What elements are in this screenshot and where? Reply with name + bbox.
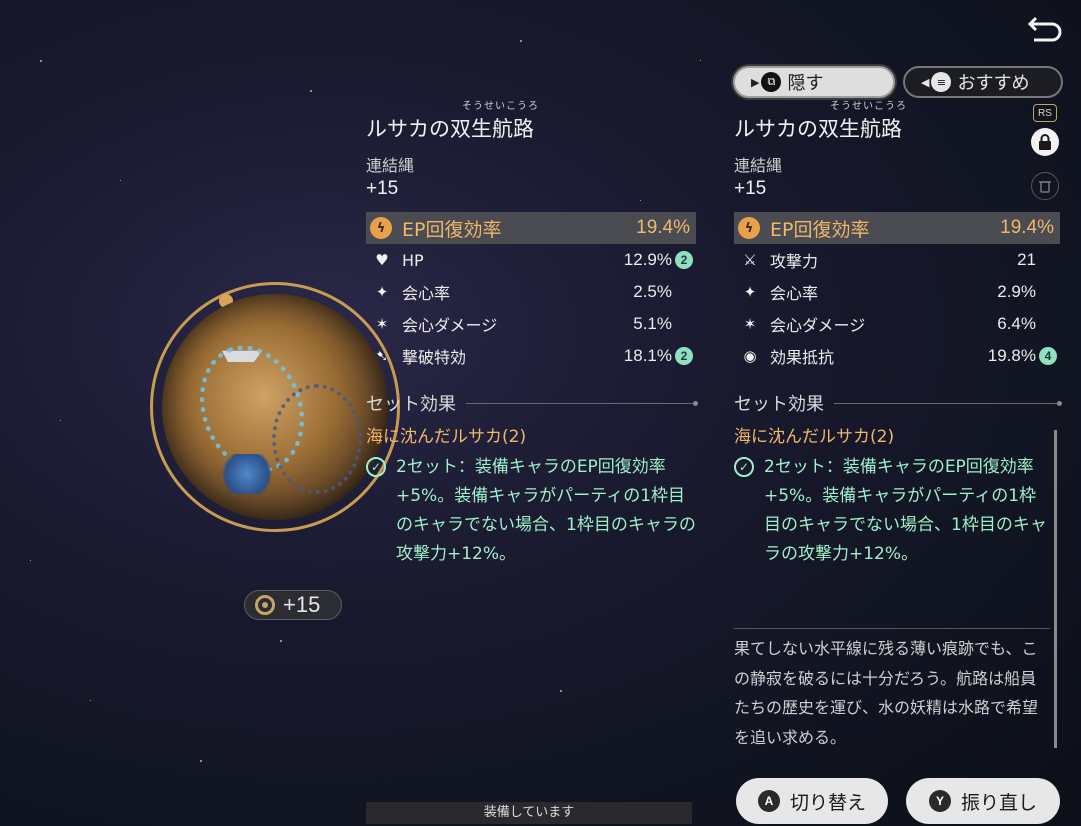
divider-line — [466, 400, 698, 406]
sub-stat-row: ✶ 会心ダメージ 5.1% — [366, 308, 696, 340]
back-arrow-icon — [1027, 16, 1062, 42]
sub-stat-name: HP — [402, 250, 424, 270]
sub-stat-row: ⚔ 攻撃力 21 — [734, 244, 1060, 276]
check-icon: ✓ — [734, 457, 754, 477]
heart-icon: ♥ — [375, 251, 389, 269]
roll-count-badge: 2 — [675, 347, 693, 365]
roll-count-badge: 2 — [675, 251, 693, 269]
relic-slot: 連結縄 — [366, 156, 415, 175]
sub-stat-value: 5.1% — [633, 314, 672, 333]
energy-icon: ϟ — [738, 217, 760, 239]
reroll-button[interactable]: Y 振り直し — [906, 778, 1060, 824]
relic-image: +15 — [150, 282, 400, 620]
hide-label: 隠す — [787, 73, 824, 94]
energy-icon: ϟ — [370, 217, 392, 239]
sub-stat-row: ♥ HP 12.9% 2 — [366, 244, 696, 276]
sub-stat-row: ✶ 会心ダメージ 6.4% — [734, 308, 1060, 340]
main-stat-name: EP回復効率 — [402, 218, 502, 241]
crit-dmg-icon: ✶ — [375, 315, 389, 333]
main-stat-row: ϟ EP回復効率 19.4% — [366, 212, 696, 244]
roll-count-badge: 4 — [1039, 347, 1057, 365]
sub-stat-row: ◉ 効果抵抗 19.8% 4 — [734, 340, 1060, 372]
divider-line — [834, 400, 1062, 406]
set-effect-text: 2セット：装備キャラのEP回復効率+5%。装備キャラがパーティの1枠目のキャラで… — [764, 457, 1047, 564]
sub-stat-value: 6.4% — [997, 314, 1036, 333]
panel-scrollbar[interactable] — [1054, 430, 1057, 748]
rope-swirl — [272, 384, 362, 494]
sub-stat-name: 撃破特効 — [402, 348, 467, 367]
sub-stat-name: 攻撃力 — [770, 252, 819, 271]
relic-description: 果てしない水平線に残る薄い痕跡でも、この静寂を破るには十分だろう。航路は船員たち… — [734, 639, 1039, 747]
relic-level-text: +15 — [283, 592, 321, 617]
set-name: 海に沈んだルサカ(2) — [734, 427, 895, 447]
controller-glyph-icon: ▶ ⧉ — [751, 72, 782, 92]
relic-title: ルサカの双生航路 — [366, 117, 534, 141]
sub-stat-value: 12.9% — [623, 250, 672, 269]
sub-stat-row: ✦ 会心率 2.9% — [734, 276, 1060, 308]
break-effect-icon: ➷ — [375, 347, 389, 365]
title-ruby: そうせいこうろ — [462, 101, 539, 112]
set-effect-header: セット効果 — [734, 390, 1062, 416]
set-effect-text: 2セット：装備キャラのEP回復効率+5%。装備キャラがパーティの1枠目のキャラで… — [396, 457, 696, 564]
selected-relic-panel: そうせいこうろ ルサカの双生航路 連結縄 +15 ϟ EP回復効率 19.4% … — [734, 100, 1062, 569]
sub-stat-value: 18.1% — [623, 346, 672, 365]
sub-stat-value: 19.8% — [987, 346, 1036, 365]
sub-stat-value: 2.5% — [633, 282, 672, 301]
sub-stat-name: 会心率 — [402, 284, 451, 303]
back-button[interactable] — [1024, 14, 1064, 46]
sub-stat-row: ✦ 会心率 2.5% — [366, 276, 696, 308]
set-header-label: セット効果 — [734, 394, 824, 415]
relic-title: ルサカの双生航路 — [734, 117, 902, 141]
set-header-label: セット効果 — [366, 394, 456, 415]
hide-button[interactable]: ▶ ⧉ 隠す — [733, 66, 895, 98]
sub-stat-value: 21 — [1017, 250, 1036, 269]
description-divider — [734, 628, 1050, 629]
main-stat-name: EP回復効率 — [770, 218, 870, 241]
set-effect-header: セット効果 — [366, 390, 698, 416]
main-stat-value: 19.4% — [1000, 217, 1054, 238]
menu-glyph-icon: ◀ ≡ — [921, 72, 952, 92]
recommend-label: おすすめ — [957, 73, 1030, 94]
relic-orb — [162, 294, 388, 520]
recommend-button[interactable]: ◀ ≡ おすすめ — [903, 66, 1063, 98]
coral-icon — [217, 454, 277, 494]
switch-button[interactable]: A 切り替え — [736, 778, 888, 824]
y-button-icon: Y — [928, 790, 951, 812]
main-stat-row: ϟ EP回復効率 19.4% — [734, 212, 1060, 244]
equipped-relic-panel: そうせいこうろ ルサカの双生航路 連結縄 +15 ϟ EP回復効率 19.4% … — [366, 100, 698, 569]
switch-label: 切り替え — [789, 791, 866, 814]
set-effect-row: ✓ 2セット：装備キャラのEP回復効率+5%。装備キャラがパーティの1枠目のキャ… — [366, 453, 696, 569]
crit-rate-icon: ✦ — [743, 283, 757, 301]
set-effect-row: ✓ 2セット：装備キャラのEP回復効率+5%。装備キャラがパーティの1枠目のキャ… — [734, 453, 1060, 569]
sub-stat-name: 効果抵抗 — [770, 348, 835, 367]
relic-level: +15 — [734, 178, 767, 199]
main-stat-value: 19.4% — [636, 217, 690, 238]
sword-icon: ⚔ — [743, 251, 757, 269]
relic-slot: 連結縄 — [734, 156, 783, 175]
title-ruby: そうせいこうろ — [830, 101, 907, 112]
a-button-icon: A — [757, 790, 780, 812]
crit-dmg-icon: ✶ — [743, 315, 757, 333]
effect-res-icon: ◉ — [743, 347, 757, 365]
sub-stat-name: 会心ダメージ — [402, 316, 498, 335]
relic-level: +15 — [366, 178, 399, 199]
set-name: 海に沈んだルサカ(2) — [366, 427, 527, 447]
sub-stat-row: ➷ 撃破特効 18.1% 2 — [366, 340, 696, 372]
crit-rate-icon: ✦ — [375, 283, 389, 301]
level-ring-icon — [255, 595, 275, 615]
reroll-label: 振り直し — [960, 791, 1037, 814]
sub-stat-name: 会心率 — [770, 284, 819, 303]
sub-stat-name: 会心ダメージ — [770, 316, 866, 335]
equipped-status: 装備しています — [366, 802, 692, 824]
check-icon: ✓ — [366, 457, 386, 477]
sub-stat-value: 2.9% — [997, 282, 1036, 301]
relic-level-badge: +15 — [244, 590, 342, 620]
